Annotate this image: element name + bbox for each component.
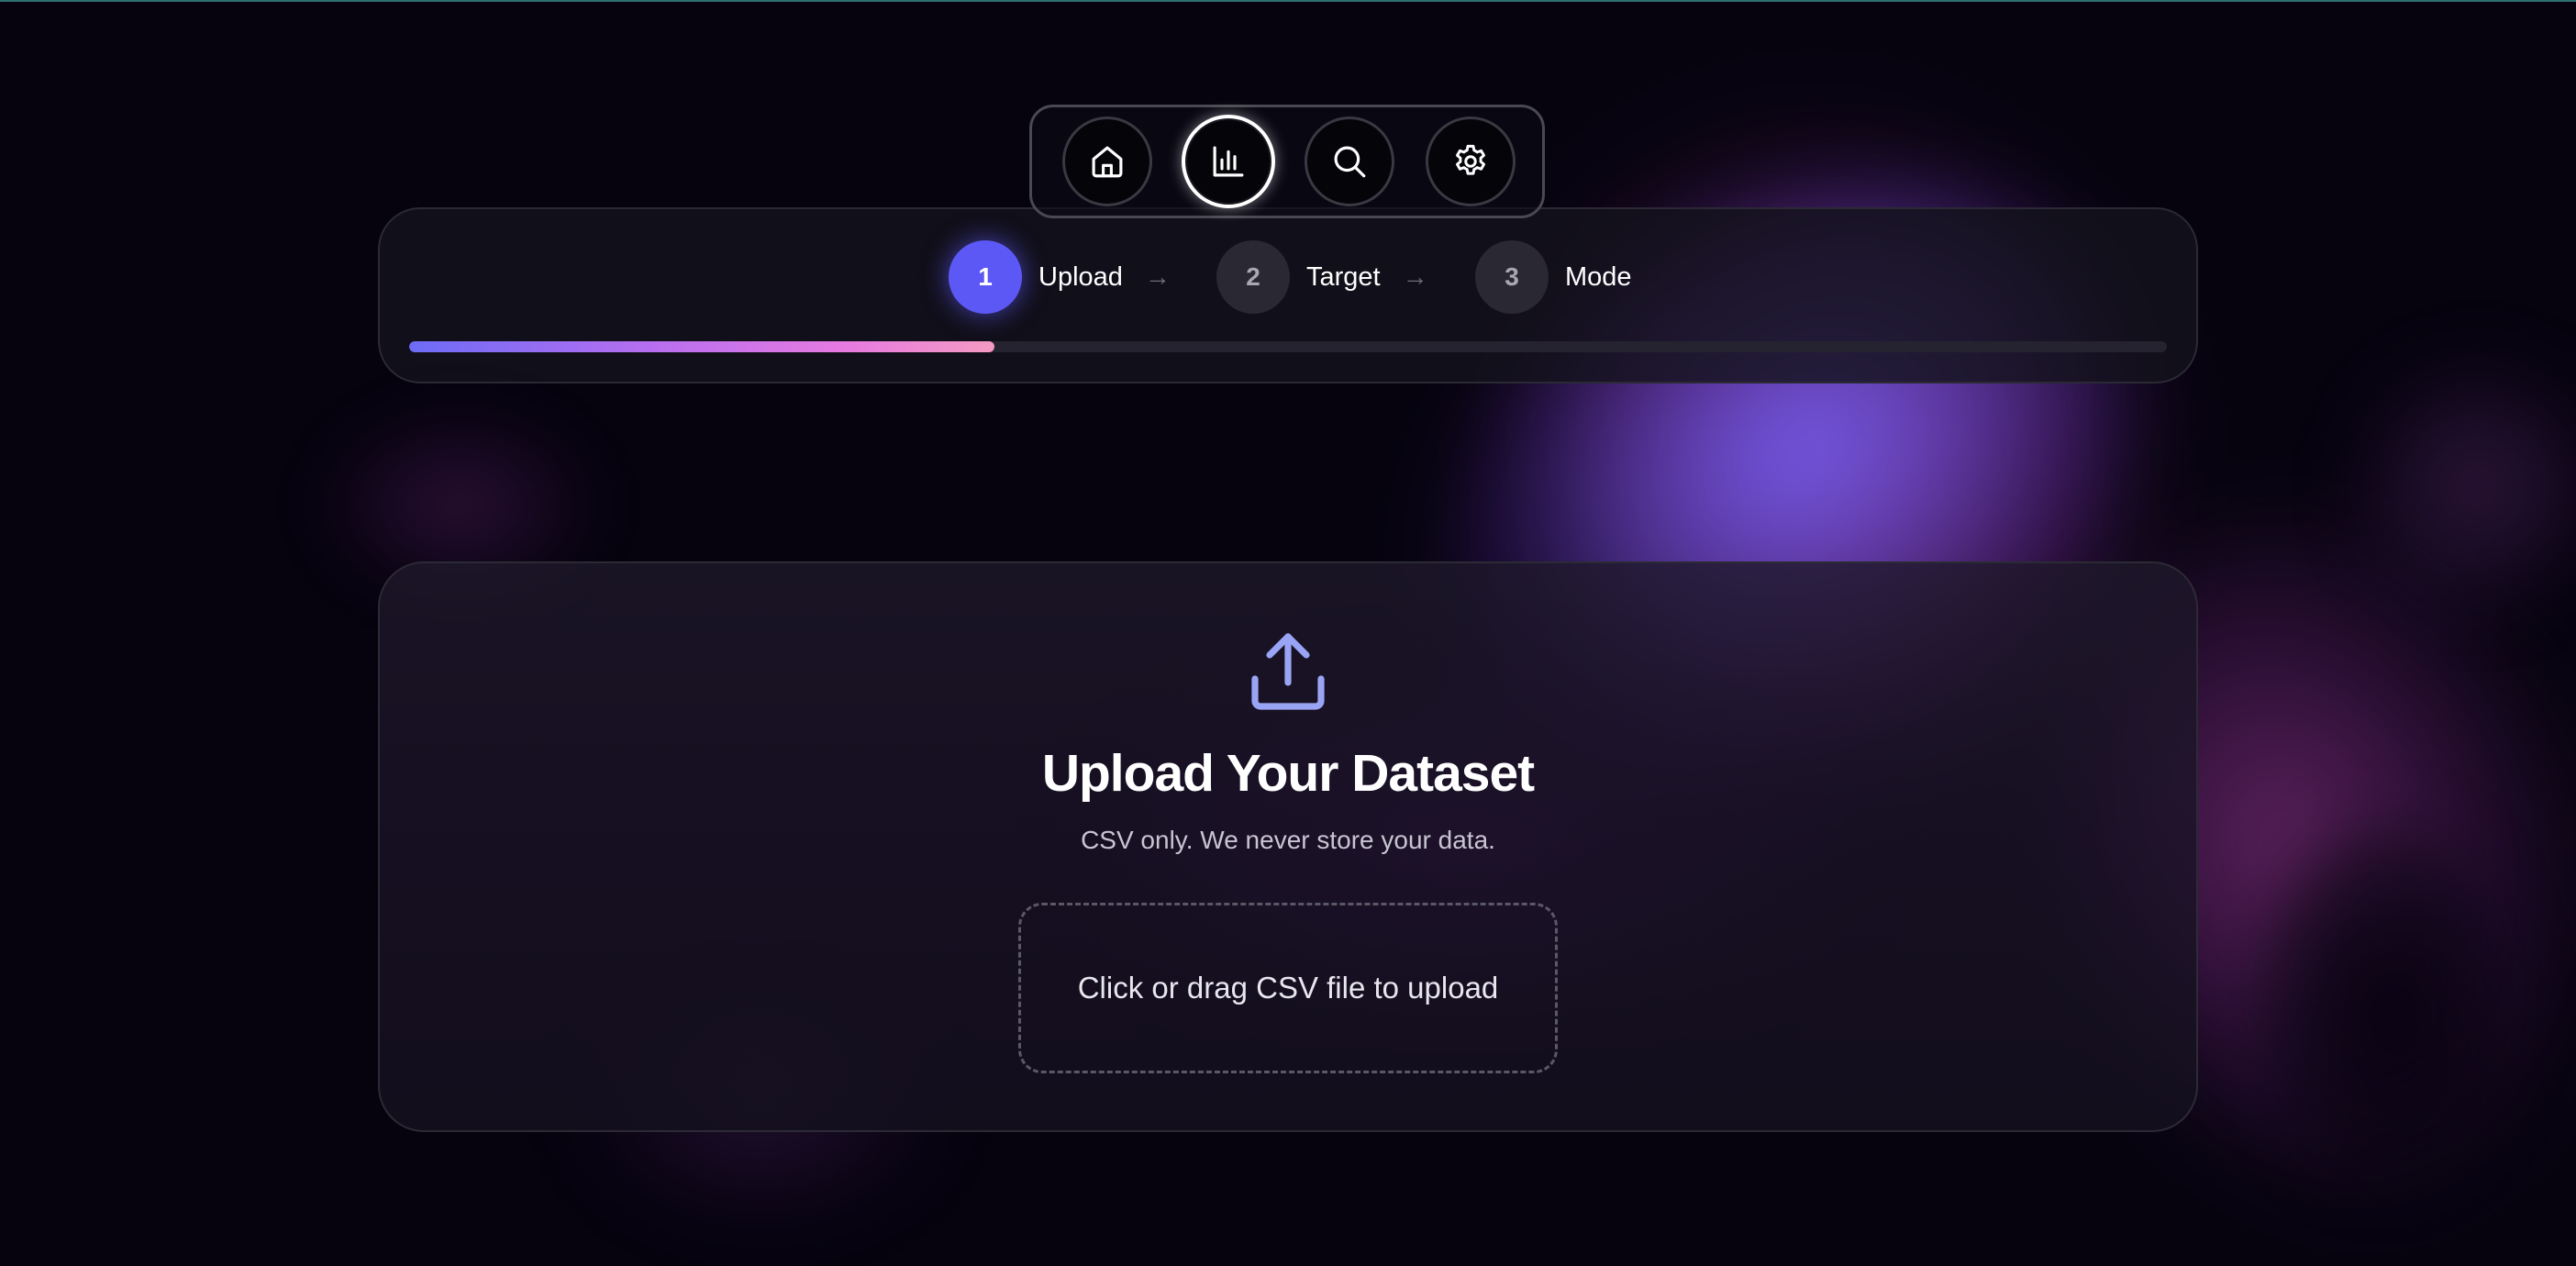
upload-card: Upload Your Dataset CSV only. We never s… [378,561,2198,1132]
stepper-card: 1 Upload → 2 Target → 3 Mode [378,207,2198,383]
nav-home-button[interactable] [1062,117,1152,206]
nav-search-button[interactable] [1305,117,1394,206]
csv-dropzone[interactable]: Click or drag CSV file to upload [1018,903,1558,1073]
step-number-badge: 2 [1216,240,1290,314]
step-label: Upload [1038,261,1123,292]
step-number-badge: 3 [1475,240,1549,314]
progress-bar-fill [409,341,995,352]
upload-icon [1251,633,1325,710]
home-icon [1092,146,1123,178]
app-background: 1 Upload → 2 Target → 3 Mode Upload Your… [0,0,2576,1266]
background-glow-far-right [2339,349,2576,624]
progress-bar [409,341,2167,352]
arrow-right-icon: → [1144,262,1171,291]
search-icon [1334,146,1366,178]
step-target[interactable]: 2 Target → [1216,240,1428,314]
gear-icon [1455,144,1486,175]
nav-settings-button[interactable] [1426,117,1516,206]
step-label: Target [1306,261,1381,292]
upload-subtitle: CSV only. We never store your data. [1081,826,1495,854]
arrow-right-icon: → [1402,262,1428,291]
icon-navigation-bar [1029,105,1545,218]
step-label: Mode [1565,261,1632,292]
nav-analytics-button[interactable] [1182,115,1275,208]
bar-chart-icon [1213,146,1244,177]
step-number-badge: 1 [949,240,1022,314]
step-mode[interactable]: 3 Mode [1475,240,1632,314]
upload-title: Upload Your Dataset [1041,744,1535,803]
step-upload[interactable]: 1 Upload → [949,240,1171,314]
top-edge-line [0,0,2576,2]
dropzone-label: Click or drag CSV file to upload [1077,971,1499,1005]
background-shadow-right [2248,807,2523,1193]
